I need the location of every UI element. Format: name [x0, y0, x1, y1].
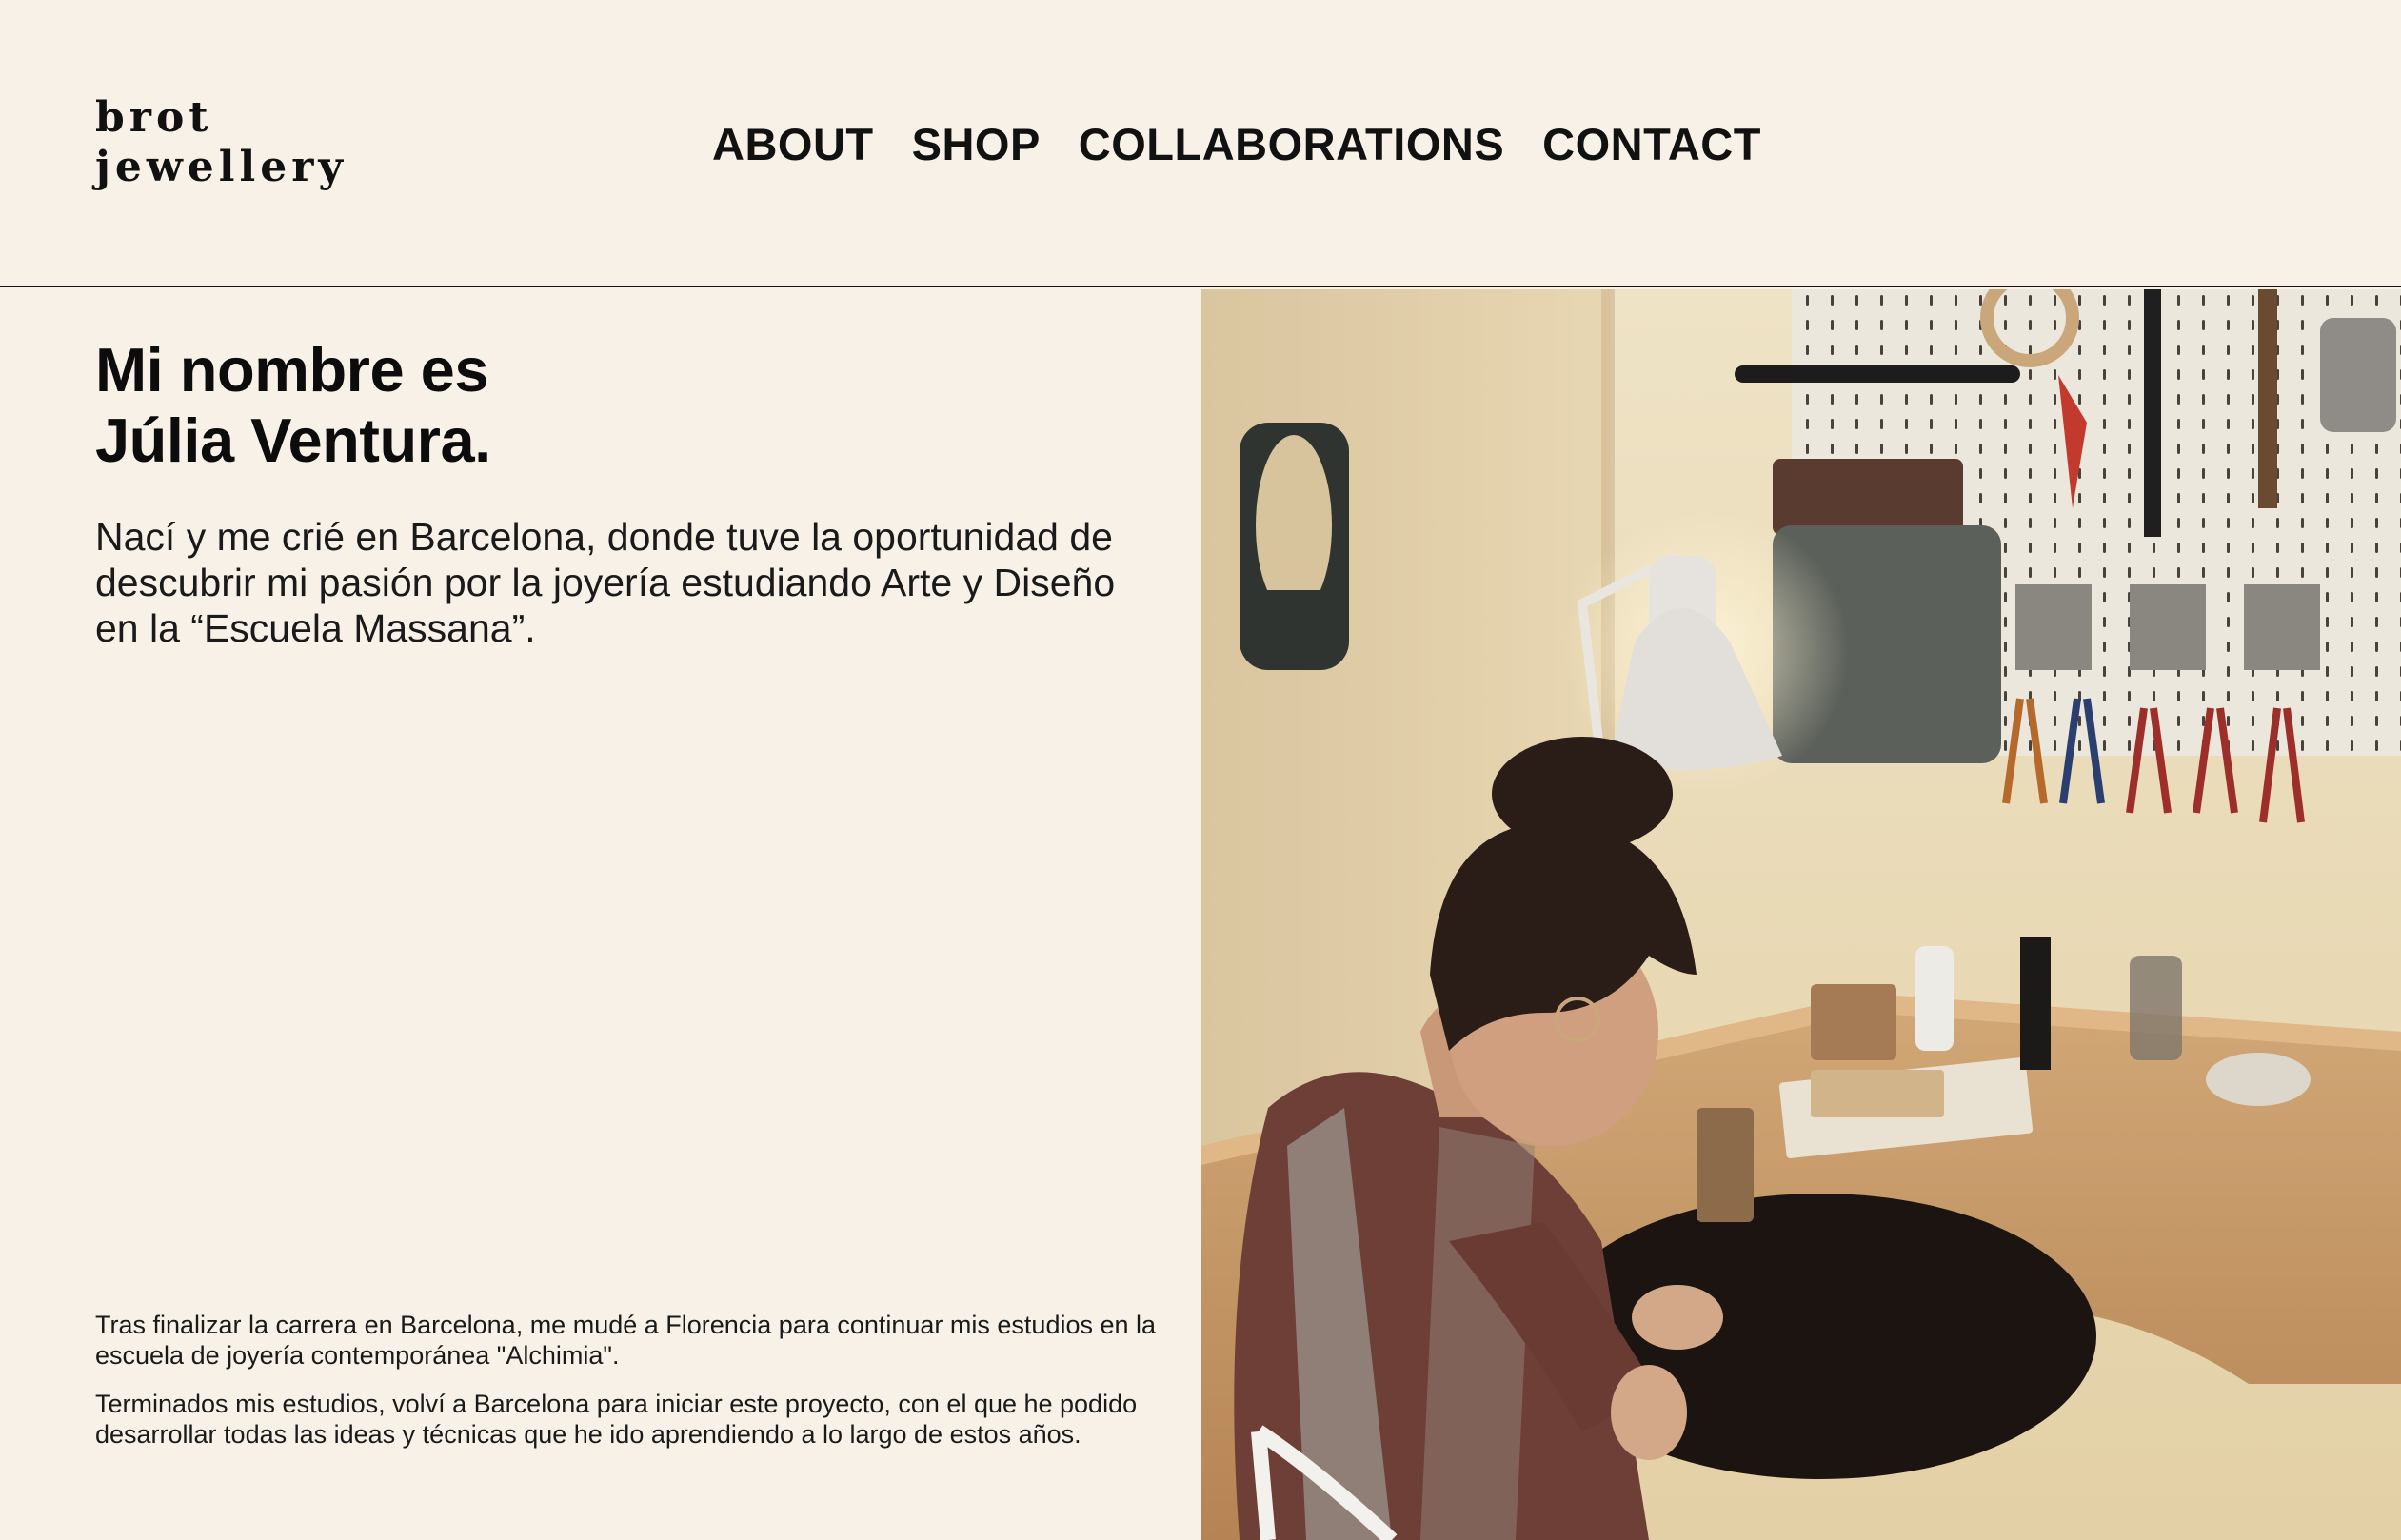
logo-line-brot: brot	[95, 93, 213, 142]
bio-paragraph-project: Terminados mis estudios, volví a Barcelo…	[95, 1390, 1138, 1449]
nav-collaborations[interactable]: COLLABORATIONS	[1079, 118, 1504, 171]
nav-about[interactable]: ABOUT	[712, 118, 874, 171]
intro-lead-text: Nací y me crié en Barcelona, donde tuve …	[95, 515, 1116, 650]
brand-logo[interactable]: brot jewellery	[95, 93, 347, 192]
site-header: brot jewellery ABOUT SHOP COLLABORATIONS…	[0, 0, 2401, 287]
bio-text: Tras finalizar la carrera en Barcelona, …	[95, 1310, 1161, 1468]
intro-title: Mi nombre es Júlia Ventura.	[95, 335, 491, 476]
nav-contact[interactable]: CONTACT	[1542, 118, 1761, 171]
nav-shop[interactable]: SHOP	[912, 118, 1041, 171]
main-nav: ABOUT SHOP COLLABORATIONS CONTACT	[712, 118, 1761, 171]
logo-line-jewellery: jewellery	[95, 143, 347, 191]
bio-paragraph-florence: Tras finalizar la carrera en Barcelona, …	[95, 1311, 1157, 1370]
studio-photo	[1201, 289, 2401, 1540]
magnifier-visor	[1240, 423, 1349, 670]
about-page: brot jewellery ABOUT SHOP COLLABORATIONS…	[0, 0, 2401, 1540]
intro-title-line-1: Mi nombre es	[95, 335, 488, 405]
intro-title-line-2: Júlia Ventura.	[95, 405, 491, 475]
studio-photo-illustration	[1201, 289, 2401, 1540]
